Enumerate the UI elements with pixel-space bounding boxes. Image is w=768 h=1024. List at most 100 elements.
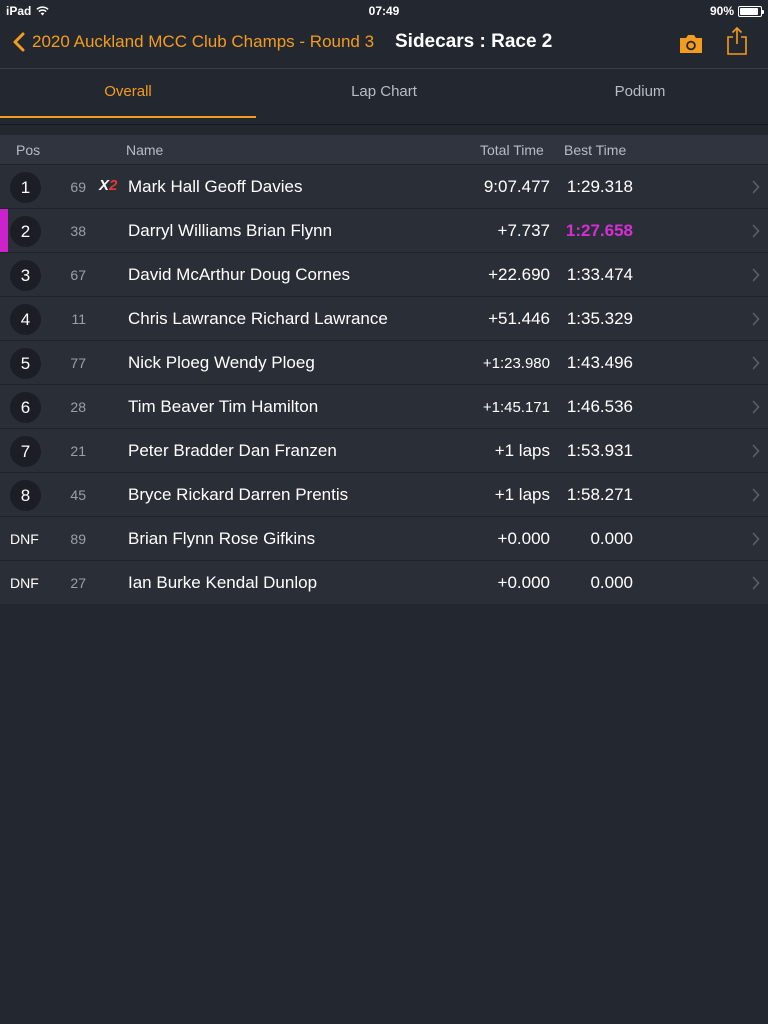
points-multiplier-badge: X2 bbox=[99, 177, 117, 194]
rider-names: Mark Hall Geoff Davies bbox=[128, 177, 303, 196]
table-row[interactable]: DNF 27 Ian Burke Kendal Dunlop +0.000 0.000 bbox=[0, 560, 768, 604]
header-best-time: Best Time bbox=[564, 142, 627, 158]
back-button[interactable]: 2020 Auckland MCC Club Champs - Round 3 bbox=[10, 28, 374, 56]
rider-names: Tim Beaver Tim Hamilton bbox=[128, 397, 319, 416]
table-header: Pos Name Total Time Best Time bbox=[0, 135, 768, 164]
tab-podium[interactable]: Podium bbox=[512, 69, 768, 117]
position-label: DNF bbox=[10, 531, 39, 547]
share-icon[interactable] bbox=[724, 26, 750, 56]
badge-x: X bbox=[99, 177, 110, 194]
table-row[interactable]: 8 45 Bryce Rickard Darren Prentis +1 laps 1:… bbox=[0, 472, 768, 516]
race-number: 38 bbox=[70, 223, 86, 239]
total-time: +1:23.980 bbox=[482, 355, 550, 372]
table-row[interactable]: 4 11 Chris Lawrance Richard Lawrance +51.44… bbox=[0, 296, 768, 340]
battery-fill bbox=[740, 7, 758, 15]
rider-names: David McArthur Doug Cornes bbox=[128, 265, 351, 284]
table-row[interactable]: 5 77 Nick Ploeg Wendy Ploeg +1:23.980 1:43.4… bbox=[0, 340, 768, 384]
total-time: 9:07.477 bbox=[483, 177, 550, 196]
best-time: 0.000 bbox=[590, 529, 633, 548]
best-time: 1:43.496 bbox=[566, 353, 633, 372]
chevron-right-icon bbox=[752, 400, 760, 414]
chevron-right-icon bbox=[752, 180, 760, 194]
header-pos: Pos bbox=[16, 142, 41, 158]
position-badge: 4 bbox=[10, 304, 41, 335]
rider-names: Bryce Rickard Darren Prentis bbox=[128, 485, 349, 504]
race-number: 11 bbox=[71, 311, 86, 327]
race-number: 28 bbox=[70, 399, 86, 415]
best-time: 1:27.658 bbox=[565, 221, 633, 240]
header-name: Name bbox=[126, 142, 164, 158]
active-tab-indicator bbox=[0, 116, 256, 118]
table-row[interactable]: 1 69 X2 Mark Hall Geoff Davies 9:07.477 1:29.… bbox=[0, 164, 768, 208]
total-time: +51.446 bbox=[488, 309, 550, 328]
total-time: +0.000 bbox=[497, 573, 550, 592]
tab-bar: Overall Lap Chart Podium bbox=[0, 68, 768, 118]
best-time: 1:29.318 bbox=[566, 177, 633, 196]
tab-lap-chart[interactable]: Lap Chart bbox=[256, 69, 512, 117]
best-time: 1:53.931 bbox=[566, 441, 633, 460]
nav-bar: 2020 Auckland MCC Club Champs - Round 3 … bbox=[0, 20, 768, 68]
chevron-right-icon bbox=[752, 488, 760, 502]
table-body: 1 69 X2 Mark Hall Geoff Davies 9:07.477 1:29.… bbox=[0, 164, 768, 604]
position-badge: 2 bbox=[10, 216, 41, 247]
results-table: Pos Name Total Time Best Time 1 69 X2 Mark … bbox=[0, 135, 768, 604]
table-row[interactable]: 6 28 Tim Beaver Tim Hamilton +1:45.171 1:46.… bbox=[0, 384, 768, 428]
best-time: 1:35.329 bbox=[566, 309, 633, 328]
position-badge: 7 bbox=[10, 436, 41, 467]
race-number: 67 bbox=[70, 267, 86, 283]
race-number: 45 bbox=[70, 487, 86, 503]
tab-divider bbox=[0, 124, 768, 125]
chevron-right-icon bbox=[752, 444, 760, 458]
best-time: 0.000 bbox=[590, 573, 633, 592]
camera-icon[interactable] bbox=[678, 32, 704, 56]
table-row[interactable]: 3 67 David McArthur Doug Cornes +22.690 1:33… bbox=[0, 252, 768, 296]
table-row[interactable]: 7 21 Peter Bradder Dan Franzen +1 laps 1:53.… bbox=[0, 428, 768, 472]
race-number: 21 bbox=[70, 443, 86, 459]
badge-2: 2 bbox=[109, 177, 118, 194]
position-badge: 3 bbox=[10, 260, 41, 291]
fastest-lap-marker bbox=[0, 209, 8, 253]
chevron-right-icon bbox=[752, 224, 760, 238]
chevron-left-icon bbox=[13, 32, 25, 52]
best-time: 1:33.474 bbox=[566, 265, 633, 284]
best-time: 1:46.536 bbox=[566, 397, 633, 416]
rider-names: Brian Flynn Rose Gifkins bbox=[128, 529, 316, 548]
position-badge: 8 bbox=[10, 480, 41, 511]
battery-percent: 90% bbox=[709, 4, 734, 18]
header-total-time: Total Time bbox=[480, 142, 544, 158]
race-number: 69 bbox=[70, 179, 86, 195]
rider-names: Darryl Williams Brian Flynn bbox=[128, 221, 333, 240]
battery-icon bbox=[738, 5, 764, 17]
race-number: 89 bbox=[70, 531, 86, 547]
status-bar: iPad 07:49 90% bbox=[0, 0, 768, 20]
position-label: DNF bbox=[10, 575, 39, 591]
page-title: Sidecars : Race 2 bbox=[395, 31, 553, 52]
total-time: +22.690 bbox=[488, 265, 550, 284]
total-time: +1 laps bbox=[494, 441, 550, 460]
chevron-right-icon bbox=[752, 532, 760, 546]
race-number: 77 bbox=[70, 355, 86, 371]
rider-names: Peter Bradder Dan Franzen bbox=[128, 441, 337, 460]
rider-names: Nick Ploeg Wendy Ploeg bbox=[128, 353, 315, 372]
position-badge: 5 bbox=[10, 348, 41, 379]
status-time: 07:49 bbox=[368, 4, 400, 18]
table-row[interactable]: DNF 89 Brian Flynn Rose Gifkins +0.000 0.000 bbox=[0, 516, 768, 560]
rider-names: Chris Lawrance Richard Lawrance bbox=[128, 309, 388, 328]
total-time: +7.737 bbox=[497, 221, 550, 240]
chevron-right-icon bbox=[752, 576, 760, 590]
chevron-right-icon bbox=[752, 356, 760, 370]
table-row[interactable]: 2 38 Darryl Williams Brian Flynn +7.737 1:27… bbox=[0, 208, 768, 253]
position-badge: 1 bbox=[10, 172, 41, 203]
chevron-right-icon bbox=[752, 312, 760, 326]
total-time: +0.000 bbox=[497, 529, 550, 548]
race-number: 27 bbox=[70, 575, 86, 591]
total-time: +1 laps bbox=[494, 485, 550, 504]
back-label: 2020 Auckland MCC Club Champs - Round 3 bbox=[32, 32, 375, 51]
chevron-right-icon bbox=[752, 268, 760, 282]
total-time: +1:45.171 bbox=[482, 399, 550, 416]
status-right: 90% bbox=[709, 4, 764, 18]
position-badge: 6 bbox=[10, 392, 41, 423]
tab-overall[interactable]: Overall bbox=[0, 69, 256, 117]
best-time: 1:58.271 bbox=[566, 485, 633, 504]
rider-names: Ian Burke Kendal Dunlop bbox=[128, 573, 318, 592]
